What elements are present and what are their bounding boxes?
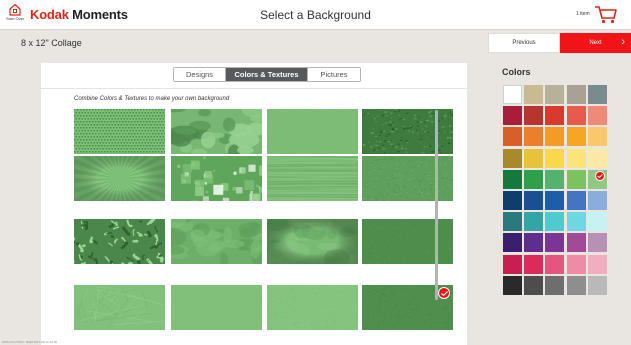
color-swatch[interactable] (566, 254, 586, 274)
texture-thumbnail[interactable] (74, 109, 165, 154)
previous-button[interactable]: Previous (488, 33, 560, 53)
next-button[interactable]: Next › (560, 33, 631, 53)
color-swatch[interactable] (545, 148, 565, 168)
texture-scrollbar[interactable] (435, 110, 438, 300)
tab-colors-textures[interactable]: Colors & Textures (226, 68, 308, 81)
background-picker-panel: Designs Colors & Textures Pictures Combi… (41, 63, 467, 345)
texture-thumbnail[interactable] (362, 219, 453, 264)
color-swatch[interactable] (566, 148, 586, 168)
color-swatch[interactable] (524, 254, 544, 274)
house-icon (9, 3, 21, 16)
color-swatch[interactable] (503, 254, 522, 274)
texture-thumbnail[interactable] (267, 285, 358, 330)
color-swatch[interactable] (545, 106, 565, 126)
color-swatch[interactable] (545, 191, 565, 210)
color-swatch[interactable] (524, 85, 544, 104)
texture-thumbnail[interactable] (267, 156, 358, 201)
color-swatch[interactable] (587, 212, 607, 232)
texture-thumbnail[interactable] (362, 285, 453, 330)
color-swatch[interactable] (524, 127, 544, 147)
color-swatch[interactable] (545, 275, 565, 295)
shopping-cart-icon (595, 6, 617, 24)
instructions-text: Combine Colors & Textures to make your o… (74, 96, 230, 102)
color-swatch[interactable] (524, 212, 544, 232)
previous-label: Previous (512, 40, 536, 46)
color-swatch[interactable] (587, 127, 607, 147)
page-title: Select a Background (260, 8, 371, 22)
color-swatch[interactable] (545, 127, 565, 147)
color-swatch[interactable] (524, 106, 544, 126)
chevron-right-icon: › (621, 36, 625, 48)
color-swatch[interactable] (503, 85, 522, 104)
product-name: 8 x 12" Collage (21, 38, 82, 48)
brand-moments: Moments (72, 7, 128, 22)
color-swatch[interactable] (587, 275, 607, 295)
colors-panel-title: Colors (502, 67, 531, 77)
texture-thumbnail[interactable] (267, 219, 358, 264)
cart-button[interactable] (594, 5, 618, 25)
brand-logo: Kodak Moments (30, 7, 128, 22)
texture-thumbnail[interactable] (362, 156, 453, 201)
color-swatch[interactable] (524, 148, 544, 168)
texture-thumbnail[interactable] (171, 285, 262, 330)
color-swatch[interactable] (566, 106, 586, 126)
selected-check-icon (438, 287, 450, 299)
tab-colors-textures-label: Colors & Textures (234, 70, 299, 79)
color-swatch[interactable] (566, 275, 586, 295)
texture-thumbnail[interactable] (267, 109, 358, 154)
next-label: Next (589, 40, 602, 46)
color-swatch[interactable] (587, 169, 607, 189)
color-swatch[interactable] (545, 212, 565, 232)
texture-thumbnail[interactable] (362, 109, 453, 154)
tab-designs-label: Designs (185, 70, 214, 79)
color-swatch[interactable] (587, 191, 607, 210)
color-swatch[interactable] (545, 233, 565, 253)
tab-pictures-label: Pictures (320, 70, 348, 79)
version-text: APPv.3.0.27310 · Build 2017-09-11 12:00 (2, 340, 58, 344)
color-swatch[interactable] (503, 106, 522, 126)
color-swatch[interactable] (503, 148, 522, 168)
texture-thumbnail[interactable] (74, 156, 165, 201)
color-swatch[interactable] (524, 275, 544, 295)
color-swatch[interactable] (524, 191, 544, 210)
color-swatch[interactable] (587, 85, 607, 104)
color-swatch[interactable] (566, 85, 586, 104)
color-swatch[interactable] (587, 233, 607, 253)
tab-designs[interactable]: Designs (174, 68, 226, 81)
color-swatch[interactable] (503, 191, 522, 210)
texture-thumbnail[interactable] (74, 219, 165, 264)
texture-thumbnail[interactable] (171, 219, 262, 264)
color-swatch[interactable] (566, 169, 586, 189)
divider (41, 88, 467, 89)
cart-item-count: 1 item (576, 11, 590, 17)
start-over-label: Start Over (6, 16, 25, 21)
background-tabs: Designs Colors & Textures Pictures (173, 67, 361, 82)
color-swatch[interactable] (503, 127, 522, 147)
texture-thumbnail[interactable] (171, 156, 262, 201)
start-over-button[interactable]: Start Over (6, 3, 24, 27)
brand-kodak: Kodak (30, 7, 69, 22)
color-swatch[interactable] (524, 233, 544, 253)
color-swatch[interactable] (503, 233, 522, 253)
color-swatch[interactable] (566, 233, 586, 253)
texture-thumbnail[interactable] (171, 109, 262, 154)
color-swatch[interactable] (587, 254, 607, 274)
color-swatch[interactable] (545, 254, 565, 274)
tab-pictures[interactable]: Pictures (308, 68, 360, 81)
texture-thumbnail[interactable] (74, 285, 165, 330)
color-swatch[interactable] (503, 212, 522, 232)
color-swatch[interactable] (503, 275, 522, 295)
selected-check-icon (594, 170, 605, 181)
color-swatch[interactable] (545, 85, 565, 104)
color-swatch[interactable] (566, 212, 586, 232)
color-swatch[interactable] (566, 127, 586, 147)
color-swatch[interactable] (524, 169, 544, 189)
color-swatch[interactable] (545, 169, 565, 189)
color-swatch[interactable] (566, 191, 586, 210)
app-header: Start Over Kodak Moments Select a Backgr… (0, 0, 631, 30)
color-swatch[interactable] (587, 148, 607, 168)
color-swatch[interactable] (587, 106, 607, 126)
color-swatch[interactable] (503, 169, 522, 189)
